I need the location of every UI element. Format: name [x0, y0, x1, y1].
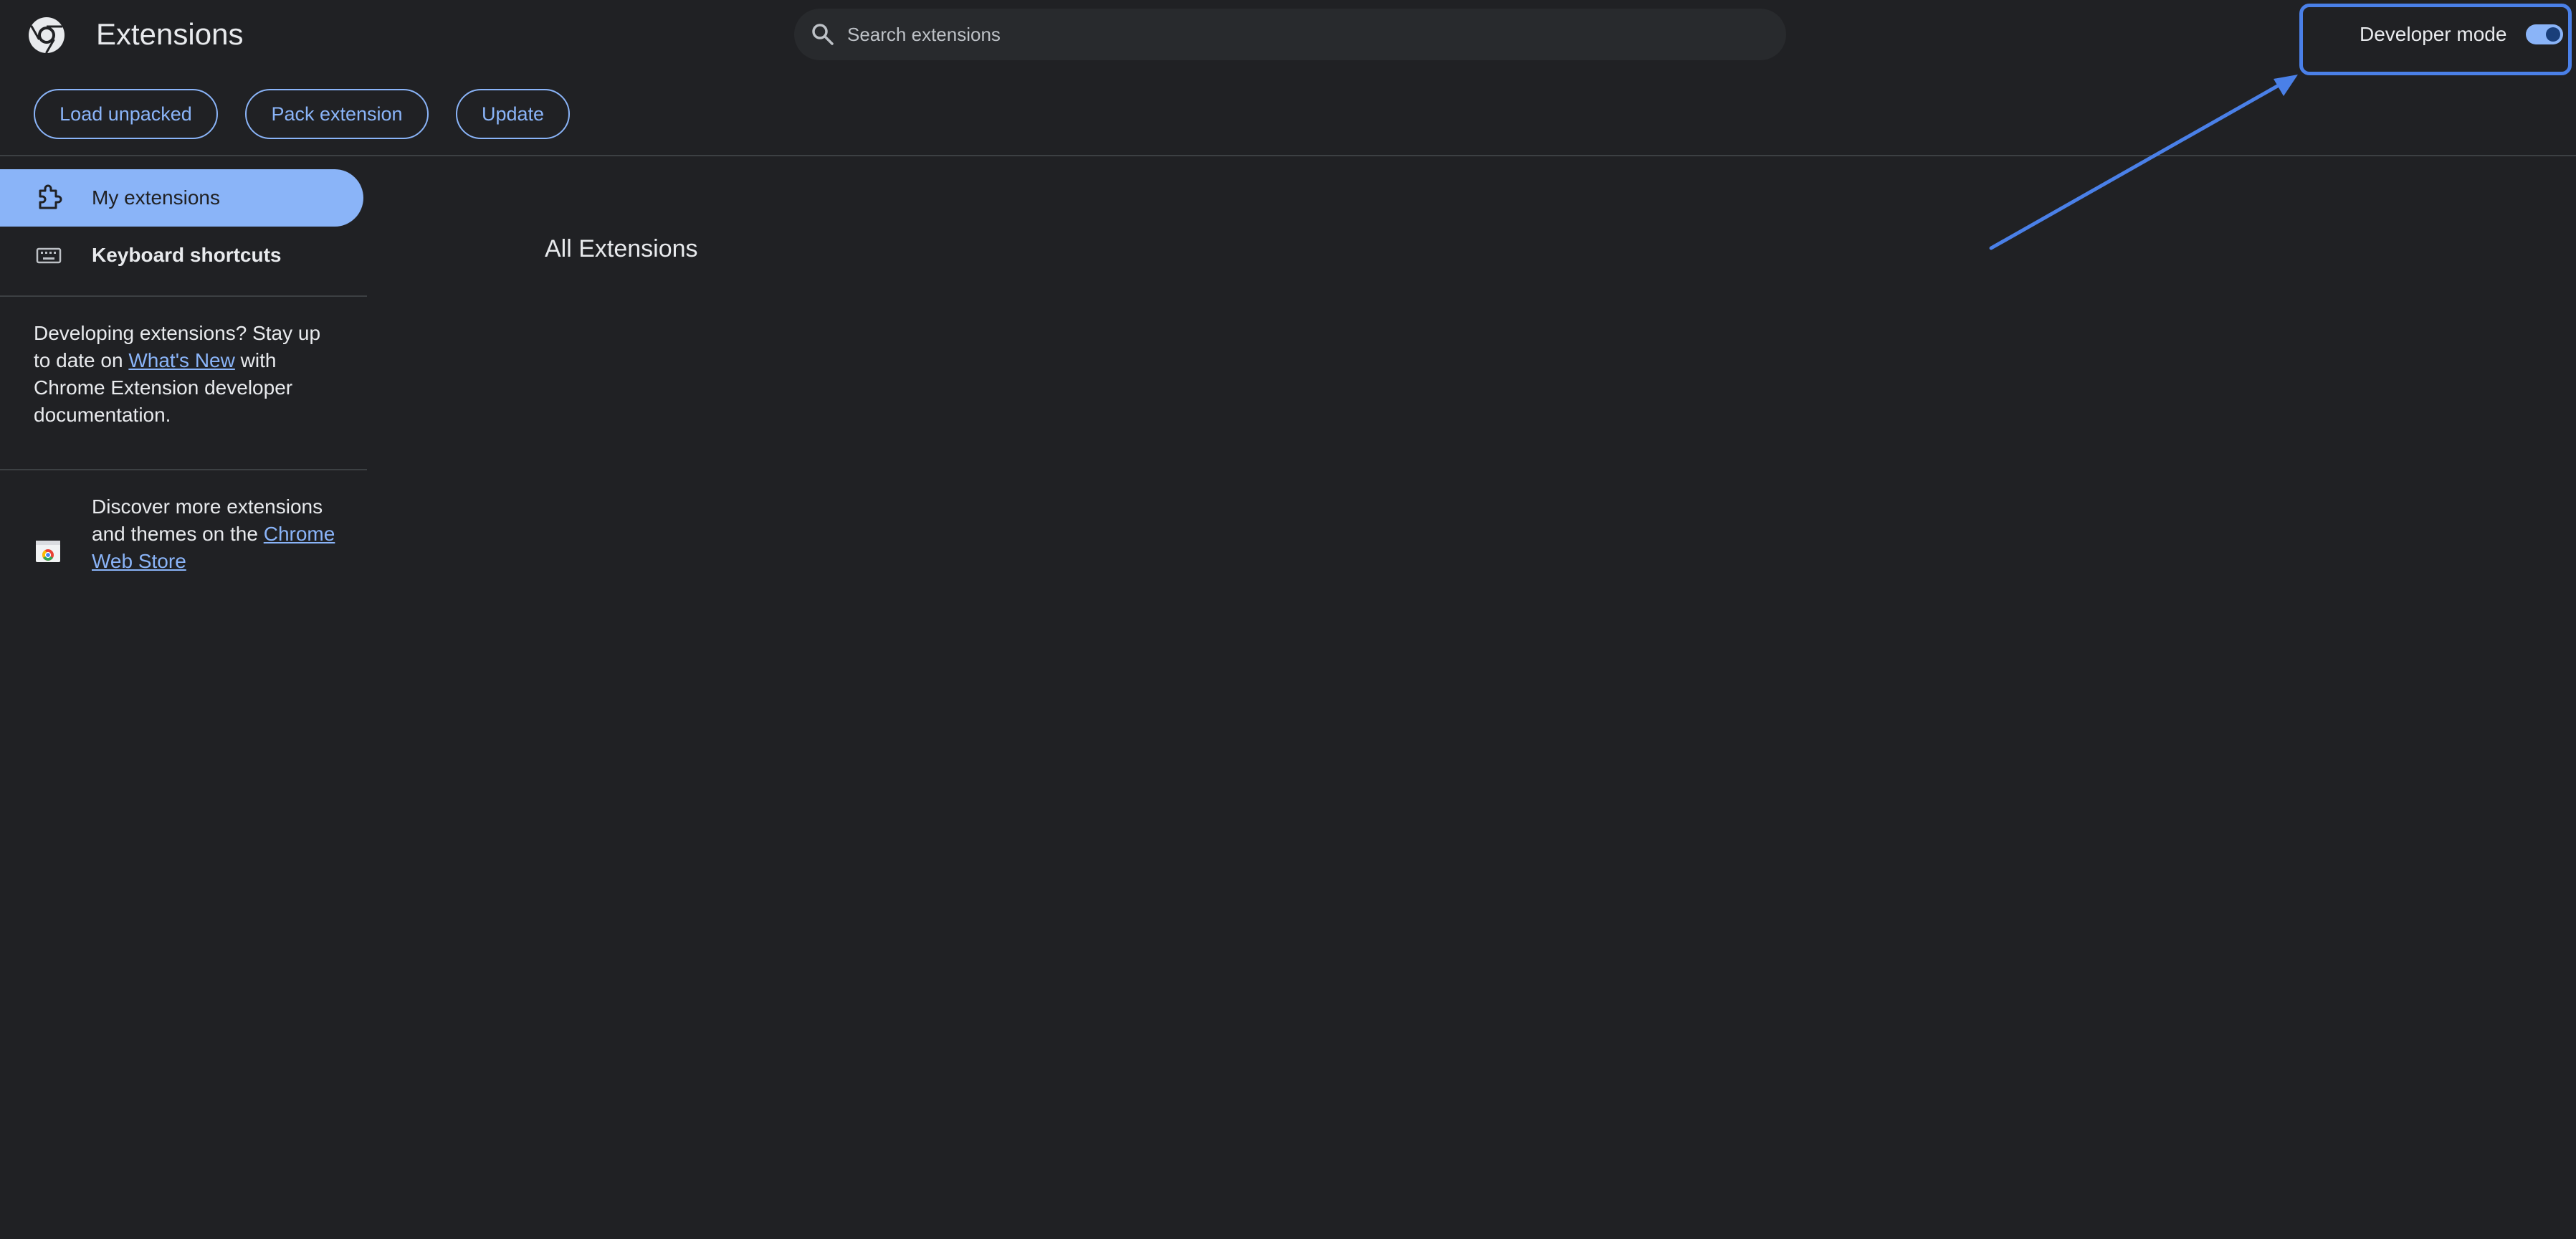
sidebar-item-label: Keyboard shortcuts — [92, 244, 282, 266]
chrome-logo-icon — [29, 17, 65, 54]
sidebar-item-label: My extensions — [92, 186, 220, 209]
developer-mode-toggle[interactable] — [2526, 24, 2563, 44]
sidebar-item-my-extensions[interactable]: My extensions — [0, 169, 363, 227]
web-store-note: Discover more extensions and themes on t… — [92, 493, 335, 575]
toggle-knob — [2546, 27, 2560, 42]
web-store-icon — [36, 541, 60, 562]
keyboard-icon — [36, 247, 62, 264]
all-extensions-heading: All Extensions — [545, 235, 698, 262]
page-title: Extensions — [96, 17, 244, 51]
sidebar-item-keyboard-shortcuts[interactable]: Keyboard shortcuts — [0, 227, 363, 284]
whats-new-link[interactable]: What's New — [128, 349, 235, 371]
header: Extensions Developer mode — [0, 0, 2576, 75]
search-input[interactable] — [846, 12, 1786, 57]
developer-mode-label: Developer mode — [2360, 23, 2507, 45]
sidebar: My extensions Keyboard shortcuts Develop… — [0, 156, 367, 1239]
annotation-arrow — [1989, 75, 2298, 250]
pack-extension-button[interactable]: Pack extension — [245, 89, 429, 139]
extensions-page: Extensions Developer mode Load unpacked … — [0, 0, 2576, 1239]
search-icon — [812, 24, 834, 45]
developer-note: Developing extensions? Stay up to date o… — [34, 320, 335, 429]
search-bar[interactable] — [794, 9, 1786, 60]
update-button[interactable]: Update — [456, 89, 570, 139]
sidebar-divider — [0, 295, 367, 297]
load-unpacked-button[interactable]: Load unpacked — [34, 89, 218, 139]
sidebar-divider — [0, 469, 367, 470]
puzzle-piece-icon — [39, 184, 62, 209]
